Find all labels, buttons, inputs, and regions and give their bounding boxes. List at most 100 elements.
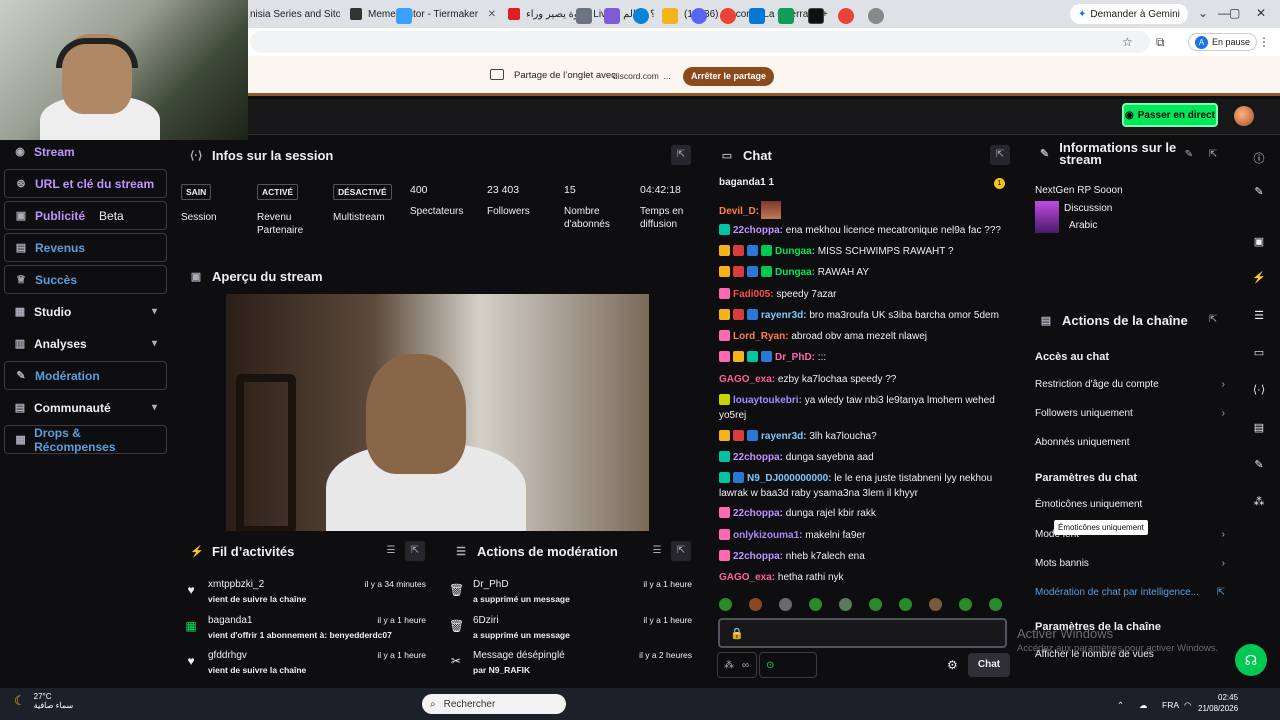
wifi-icon[interactable]: ◠ xyxy=(1184,700,1191,711)
banned-words-setting[interactable]: Mots bannis › xyxy=(1035,558,1225,569)
language-indicator[interactable]: FRA xyxy=(1162,700,1179,710)
new-tab-button[interactable]: + xyxy=(822,4,838,24)
chevron-down-icon[interactable]: ⌄ xyxy=(1198,6,1208,20)
cloud-icon[interactable]: ☁ xyxy=(1139,700,1148,711)
subscribers-only-setting[interactable]: Abonnés uniquement xyxy=(1035,437,1225,448)
sidebar-item-stream[interactable]: ◉ Stream xyxy=(4,137,167,166)
sidebar-item-studio[interactable]: ▦ Studio ▾ xyxy=(4,297,167,326)
chat-message[interactable]: rayenr3d: bro ma3roufa UK s3iba barcha o… xyxy=(719,308,1011,323)
chat-message[interactable]: rayenr3d: 3lh ka7loucha? xyxy=(719,429,1011,444)
sidebar-item-stream-key[interactable]: ⊛ URL et clé du stream xyxy=(4,169,167,198)
channel-points-button[interactable]: ⊙ xyxy=(759,652,817,678)
popout-icon[interactable]: ⇱ xyxy=(671,541,691,561)
age-restriction-setting[interactable]: Restriction d'âge du compte › xyxy=(1035,379,1225,390)
maximize-icon[interactable]: ▢ xyxy=(1229,6,1240,20)
followers-only-setting[interactable]: Followers uniquement › xyxy=(1035,408,1225,419)
popout-icon[interactable]: ⇱ xyxy=(1203,310,1223,330)
chat-message[interactable]: Dungaa: RAWAH AY xyxy=(719,265,1011,280)
teams-icon[interactable] xyxy=(604,8,620,24)
close-window-icon[interactable]: ✕ xyxy=(1256,6,1266,20)
monitor-icon[interactable]: ▣ xyxy=(1252,235,1266,249)
popout-icon[interactable]: ⇱ xyxy=(671,145,691,165)
sidebar-item-moderation[interactable]: ✎ Modération xyxy=(4,361,167,390)
avatar[interactable] xyxy=(1234,106,1254,126)
help-chat-button[interactable]: ☊ xyxy=(1235,644,1267,676)
chat-message[interactable]: 22choppa: ena mekhou licence mecatroniqu… xyxy=(719,223,1011,238)
chevron-up-icon[interactable]: ⌃ xyxy=(1117,700,1124,711)
chat-message[interactable]: Fadi005: speedy 7azar xyxy=(719,287,1011,302)
filter-icon[interactable]: ☰ xyxy=(647,541,667,561)
popout-icon[interactable]: ⇱ xyxy=(1203,145,1223,165)
chat-username[interactable]: Dr_PhD: xyxy=(775,352,815,363)
chat-username[interactable]: GAGO_exa: xyxy=(719,572,775,583)
windows-start-icon[interactable] xyxy=(396,8,412,24)
chat-username[interactable]: 22choppa: xyxy=(733,225,783,236)
chat-username[interactable]: Dungaa: xyxy=(775,267,815,278)
chat-username[interactable]: rayenr3d: xyxy=(761,310,807,321)
chat-message[interactable]: GAGO_exa: ezby ka7lochaa speedy ?? xyxy=(719,372,1011,387)
sidebar-item-achievements[interactable]: ♕ Succès xyxy=(4,265,167,294)
chat-message[interactable]: N9_DJ000000000: le le ena juste tistabne… xyxy=(719,471,1011,501)
go-live-button[interactable]: ◉ Passer en direct xyxy=(1122,103,1218,127)
stop-sharing-button[interactable]: Arrêter le partage xyxy=(683,67,775,86)
emote-icon[interactable] xyxy=(779,598,792,611)
chat-message[interactable]: Dungaa: MISS SCHWIMPS RAWAHT ? xyxy=(719,244,1011,259)
chat-username[interactable]: N9_DJ000000000: xyxy=(747,473,832,484)
chat-message[interactable]: Devil_D: xyxy=(719,201,1011,219)
chat-message[interactable]: 22choppa: dunga sayebna aad xyxy=(719,450,1011,465)
tiktok-icon[interactable] xyxy=(808,8,824,24)
discord-icon[interactable] xyxy=(691,8,707,24)
gemini-button[interactable]: ✦ Demander à Gemini xyxy=(1070,4,1188,24)
list-icon[interactable]: ☰ xyxy=(1252,309,1266,323)
browser-tab[interactable]: nisia Series and Sito ✕ xyxy=(250,4,340,24)
taskbar-search[interactable]: ⌕ Rechercher xyxy=(422,694,566,714)
sidebar-item-drops[interactable]: ▦ Drops & Récompenses xyxy=(4,425,167,454)
chat-username[interactable]: rayenr3d: xyxy=(761,431,807,442)
task-view-icon[interactable] xyxy=(576,8,592,24)
stream-preview[interactable] xyxy=(226,294,649,531)
edit-icon[interactable]: ✎ xyxy=(1179,145,1199,165)
popout-icon[interactable]: ⇱ xyxy=(990,145,1010,165)
info-icon[interactable]: ⓘ xyxy=(1252,150,1266,165)
star-icon[interactable]: ☆ xyxy=(1122,35,1133,49)
wrench-icon[interactable]: ✎ xyxy=(1252,458,1266,472)
chat-message[interactable]: Lord_Ryan: abroad obv ama mezelt nlawej xyxy=(719,329,1011,344)
chat-username[interactable]: Devil_D: xyxy=(719,206,759,217)
emote-icon[interactable] xyxy=(809,598,822,611)
extensions-icon[interactable]: ⧉ xyxy=(1156,35,1165,50)
chat-username[interactable]: onlykizouma1: xyxy=(733,530,802,541)
chat-message[interactable]: 22choppa: nheb k7alech ena xyxy=(719,549,1011,564)
more-menu-icon[interactable]: ⋮ xyxy=(1258,35,1270,49)
chat-username[interactable]: Dungaa: xyxy=(775,246,815,257)
chat-username[interactable]: louaytoukebri: xyxy=(733,395,802,406)
emote-icon[interactable] xyxy=(959,598,972,611)
chat-message[interactable]: GAGO_exa: hetha rathi nyk xyxy=(719,570,1011,585)
pinned-chat-banner[interactable]: baganda1 1 xyxy=(719,177,774,188)
emote-icon[interactable] xyxy=(929,598,942,611)
chat-message[interactable]: 22choppa: dunga rajel kbir rakk xyxy=(719,506,1011,521)
gear-icon[interactable]: ⚙ xyxy=(947,658,958,672)
sidebar-item-ads[interactable]: ▣ Publicité Beta xyxy=(4,201,167,230)
chat-tools[interactable]: ⁂ ∞ xyxy=(717,652,757,678)
chat-message[interactable]: louaytoukebri: ya wledy taw nbi3 le9tany… xyxy=(719,393,1011,423)
chrome-icon[interactable] xyxy=(720,8,736,24)
file-explorer-icon[interactable] xyxy=(662,8,678,24)
edit-icon[interactable]: ✎ xyxy=(1252,185,1266,199)
send-chat-button[interactable]: Chat xyxy=(968,653,1010,677)
emote-icon[interactable] xyxy=(869,598,882,611)
close-icon[interactable]: ✕ xyxy=(488,9,496,20)
sidebar-item-revenue[interactable]: ▤ Revenus xyxy=(4,233,167,262)
chat-username[interactable]: Lord_Ryan: xyxy=(733,331,789,342)
chat-icon[interactable]: ▭ xyxy=(1252,346,1266,360)
emote-icon[interactable] xyxy=(749,598,762,611)
popout-icon[interactable]: ⇱ xyxy=(405,541,425,561)
profile-button[interactable]: A En pause xyxy=(1188,33,1258,51)
mail-icon[interactable] xyxy=(749,8,765,24)
filter-icon[interactable]: ☰ xyxy=(381,541,401,561)
emote-only-setting[interactable]: Émoticônes uniquement xyxy=(1035,499,1225,510)
browser-tab[interactable]: Meme Editor - Tiermaker ✕ xyxy=(350,4,496,24)
url-field[interactable] xyxy=(250,31,1150,53)
add-panel-icon[interactable]: ⁂ xyxy=(1252,495,1266,509)
chrome-icon[interactable] xyxy=(838,8,854,24)
ai-moderation-link[interactable]: Modération de chat par intelligence... ⇱ xyxy=(1035,587,1225,598)
